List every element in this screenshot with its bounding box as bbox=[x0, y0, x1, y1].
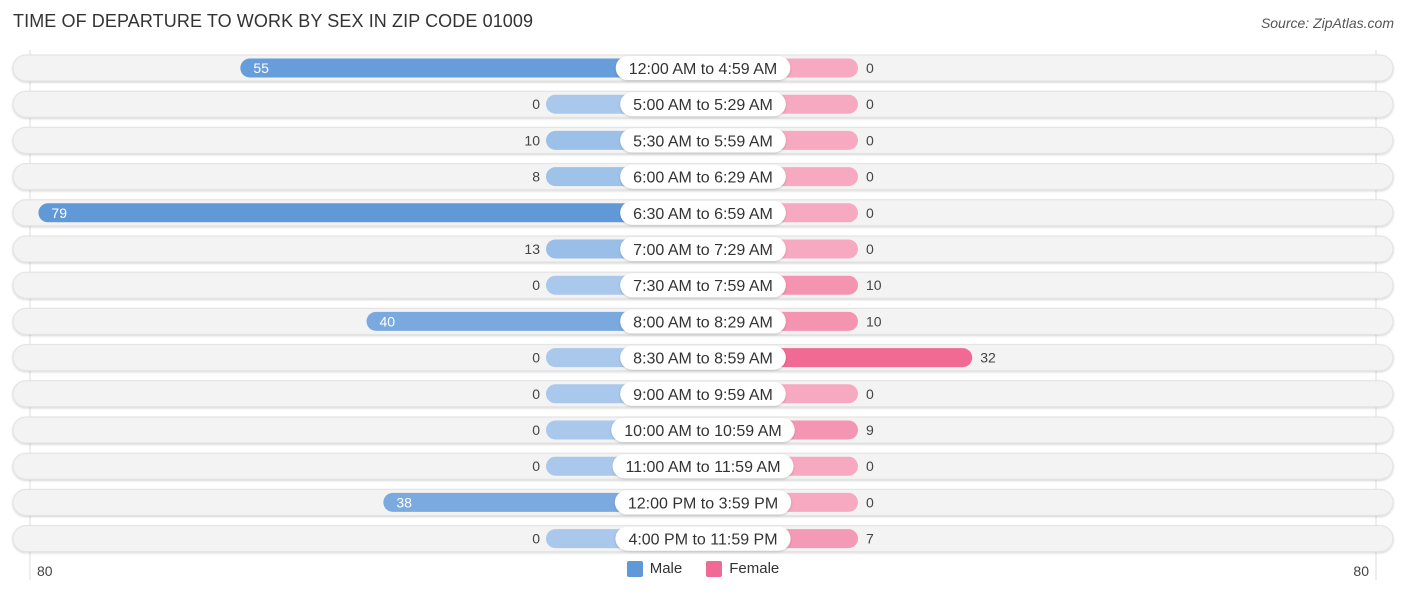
table-row: 0 0 11:00 AM to 11:59 AM bbox=[12, 452, 1394, 480]
legend-item-male[interactable]: Male bbox=[626, 560, 683, 577]
category-label: 11:00 AM to 11:59 AM bbox=[625, 459, 780, 476]
bar-male bbox=[38, 203, 704, 223]
table-row: 0 9 10:00 AM to 10:59 AM bbox=[12, 416, 1394, 444]
data-label-female: 0 bbox=[866, 494, 874, 510]
category-label: 7:00 AM to 7:29 AM bbox=[633, 242, 773, 259]
data-label-male: 0 bbox=[532, 422, 540, 438]
legend-label-female: Female bbox=[729, 560, 780, 577]
data-label-female: 7 bbox=[866, 531, 874, 547]
table-row: 55 0 12:00 AM to 4:59 AM bbox=[12, 54, 1394, 82]
data-label-male: 38 bbox=[396, 494, 412, 510]
data-label-female: 32 bbox=[980, 350, 996, 366]
data-label-male: 0 bbox=[532, 531, 540, 547]
category-label: 5:30 AM to 5:59 AM bbox=[633, 133, 773, 150]
table-row: 0 7 4:00 PM to 11:59 PM bbox=[12, 525, 1394, 553]
category-label: 7:30 AM to 7:59 AM bbox=[633, 278, 773, 295]
category-label: 5:00 AM to 5:29 AM bbox=[633, 97, 773, 114]
data-label-male: 0 bbox=[532, 458, 540, 474]
category-label: 6:30 AM to 6:59 AM bbox=[633, 206, 773, 223]
data-label-female: 0 bbox=[866, 60, 874, 76]
chart-rows: 55 0 12:00 AM to 4:59 AM 0 0 5:00 AM to 5:29 … bbox=[12, 54, 1394, 553]
table-row: 0 10 7:30 AM to 7:59 AM bbox=[12, 271, 1394, 299]
category-label: 4:00 PM to 11:59 PM bbox=[628, 532, 777, 549]
data-label-male: 0 bbox=[532, 96, 540, 112]
data-label-female: 10 bbox=[866, 313, 882, 329]
legend-label-male: Male bbox=[649, 560, 683, 577]
data-label-male: 13 bbox=[524, 241, 540, 257]
chart-canvas: 55 0 12:00 AM to 4:59 AM 0 0 5:00 AM to 5:29 … bbox=[12, 50, 1394, 580]
table-row: 79 0 6:30 AM to 6:59 AM bbox=[12, 199, 1394, 227]
data-label-male: 10 bbox=[524, 132, 540, 148]
data-label-male: 79 bbox=[51, 205, 67, 221]
category-label: 8:30 AM to 8:59 AM bbox=[633, 351, 773, 368]
category-label: 12:00 AM to 4:59 AM bbox=[629, 61, 778, 78]
legend-swatch-female bbox=[706, 560, 723, 577]
table-row: 10 0 5:30 AM to 5:59 AM bbox=[12, 126, 1394, 154]
data-label-male: 0 bbox=[532, 350, 540, 366]
data-label-female: 10 bbox=[866, 277, 882, 293]
table-row: 38 0 12:00 PM to 3:59 PM bbox=[12, 488, 1394, 516]
data-label-female: 0 bbox=[866, 96, 874, 112]
data-label-female: 0 bbox=[866, 241, 874, 257]
data-label-female: 0 bbox=[866, 386, 874, 402]
data-label-male: 8 bbox=[532, 169, 540, 185]
table-row: 0 0 9:00 AM to 9:59 AM bbox=[12, 380, 1394, 408]
data-label-male: 0 bbox=[532, 386, 540, 402]
table-row: 8 0 6:00 AM to 6:29 AM bbox=[12, 163, 1394, 191]
data-label-female: 0 bbox=[866, 169, 874, 185]
category-label: 12:00 PM to 3:59 PM bbox=[628, 495, 778, 512]
data-label-female: 0 bbox=[866, 458, 874, 474]
data-label-female: 9 bbox=[866, 422, 874, 438]
category-label: 6:00 AM to 6:29 AM bbox=[633, 170, 773, 187]
data-label-male: 40 bbox=[380, 313, 396, 329]
category-label: 9:00 AM to 9:59 AM bbox=[633, 387, 773, 404]
data-label-male: 55 bbox=[253, 60, 269, 76]
data-label-male: 0 bbox=[532, 277, 540, 293]
data-label-female: 0 bbox=[866, 205, 874, 221]
table-row: 0 0 5:00 AM to 5:29 AM bbox=[12, 90, 1394, 118]
legend-swatch-male bbox=[626, 560, 643, 577]
legend-item-female[interactable]: Female bbox=[706, 560, 779, 577]
category-label: 10:00 AM to 10:59 AM bbox=[624, 423, 781, 440]
table-row: 40 10 8:00 AM to 8:29 AM bbox=[12, 307, 1394, 335]
legend: Male Female bbox=[0, 560, 1406, 577]
table-row: 0 32 8:30 AM to 8:59 AM bbox=[12, 344, 1394, 372]
category-label: 8:00 AM to 8:29 AM bbox=[633, 314, 773, 331]
data-label-female: 0 bbox=[866, 132, 874, 148]
table-row: 13 0 7:00 AM to 7:29 AM bbox=[12, 235, 1394, 263]
